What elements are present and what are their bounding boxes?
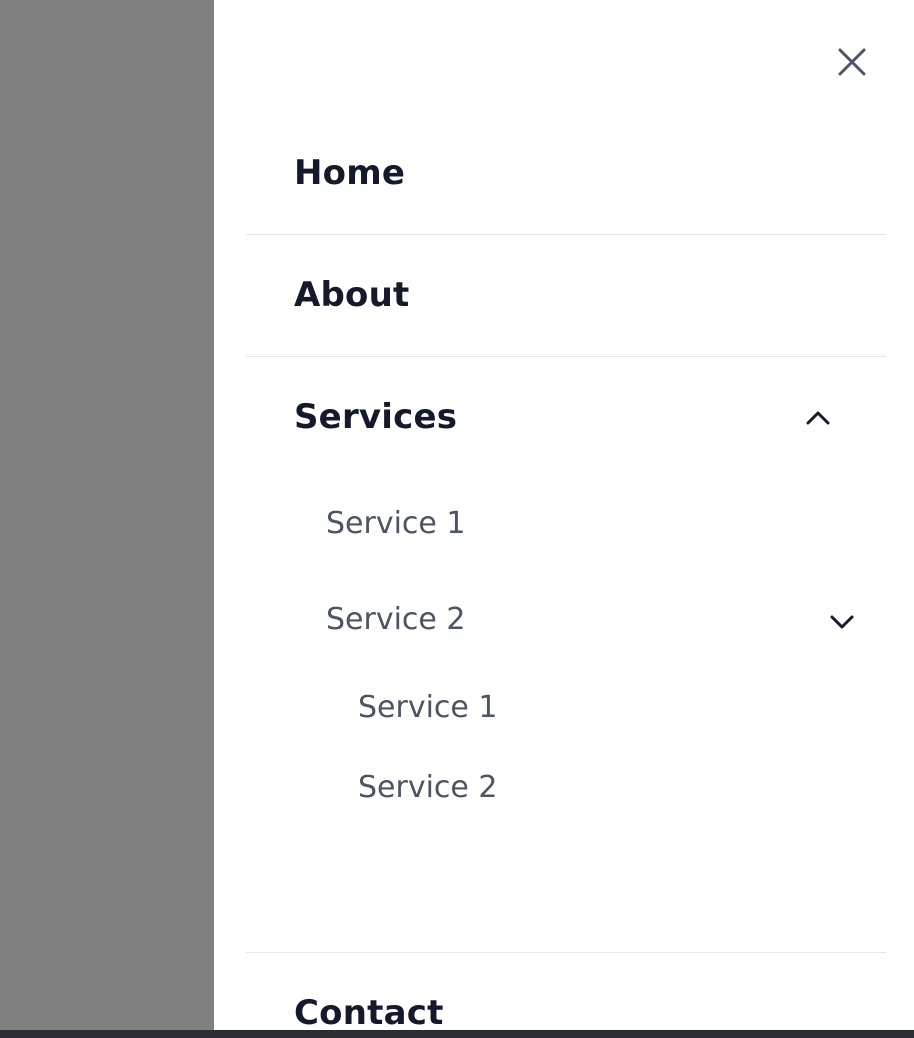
chevron-down-icon[interactable] bbox=[828, 608, 856, 636]
bottom-edge-bar bbox=[0, 1030, 914, 1038]
service-2-child-service-1[interactable]: Service 1 bbox=[358, 690, 498, 725]
mobile-nav-drawer: Home About Services Contact Service 1 Se… bbox=[214, 0, 914, 1033]
services-child-service-2[interactable]: Service 2 bbox=[326, 602, 466, 637]
nav-item-services-toggle[interactable]: Services bbox=[246, 357, 886, 479]
nav-item-services: Services bbox=[246, 357, 886, 953]
nav-item-services-label: Services bbox=[294, 397, 458, 437]
close-button[interactable] bbox=[832, 42, 872, 82]
close-icon bbox=[838, 48, 866, 76]
nav-menu: Home About Services Contact bbox=[246, 113, 886, 1038]
nav-item-home[interactable]: Home bbox=[246, 113, 886, 235]
nav-item-contact[interactable]: Contact bbox=[246, 953, 886, 1038]
chevron-up-icon[interactable] bbox=[804, 404, 832, 432]
nav-item-contact-label: Contact bbox=[294, 993, 444, 1033]
services-child-service-1[interactable]: Service 1 bbox=[326, 506, 466, 541]
nav-item-about-label: About bbox=[294, 275, 410, 315]
backdrop-overlay[interactable] bbox=[0, 0, 214, 1030]
service-2-child-service-2[interactable]: Service 2 bbox=[358, 770, 498, 805]
nav-item-home-label: Home bbox=[294, 153, 406, 193]
nav-item-about[interactable]: About bbox=[246, 235, 886, 357]
